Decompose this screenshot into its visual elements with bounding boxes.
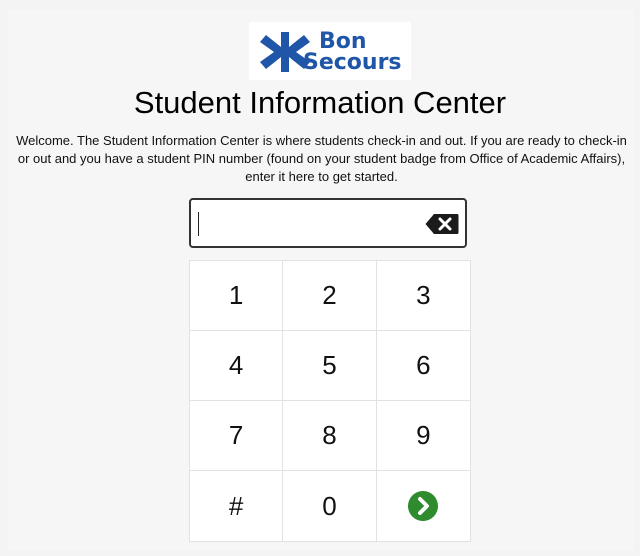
bon-secours-logo: Bon Secours [249,22,411,80]
numeric-keypad: 1 2 3 4 5 6 7 8 9 # 0 [189,260,471,542]
arrow-right-circle-icon [408,491,439,521]
text-cursor [198,212,199,236]
key-8[interactable]: 8 [283,401,377,471]
key-4[interactable]: 4 [190,331,284,401]
pin-entry-box[interactable] [189,198,467,248]
backspace-icon[interactable] [425,213,459,235]
key-2[interactable]: 2 [283,261,377,331]
key-hash[interactable]: # [190,471,284,541]
page-title: Student Information Center [133,85,507,120]
logo-text-secours: Secours [303,50,402,75]
welcome-message: Welcome. The Student Information Center … [16,133,627,184]
key-0[interactable]: 0 [283,471,377,541]
key-9[interactable]: 9 [376,401,470,471]
key-3[interactable]: 3 [376,261,470,331]
pin-input[interactable] [194,203,423,243]
submit-button[interactable] [376,471,470,541]
key-7[interactable]: 7 [190,401,284,471]
key-6[interactable]: 6 [376,331,470,401]
key-5[interactable]: 5 [283,331,377,401]
key-1[interactable]: 1 [190,261,284,331]
